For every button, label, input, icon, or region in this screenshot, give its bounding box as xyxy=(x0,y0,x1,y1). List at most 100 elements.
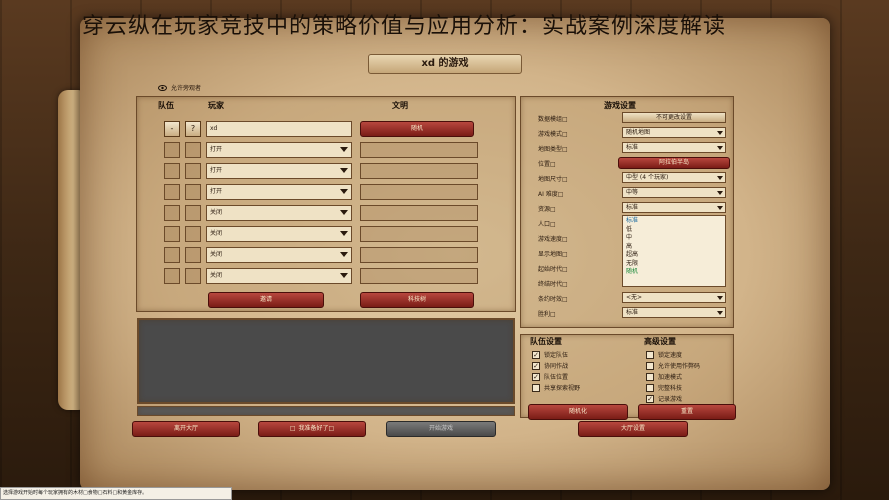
setting-label: 地图类型□ xyxy=(538,146,568,153)
option-item[interactable]: 随机 xyxy=(626,268,722,277)
lock-speed-checkbox[interactable]: 锁定速度 xyxy=(646,350,682,359)
setting-label: 人口□ xyxy=(538,221,556,228)
full-tech-checkbox[interactable]: 完整科技 xyxy=(646,383,682,392)
leave-lobby-button[interactable]: 离开大厅 xyxy=(132,421,240,437)
turbo-mode-checkbox[interactable]: 加速模式 xyxy=(646,372,682,381)
team-together-checkbox[interactable]: ✓ 协同作战 xyxy=(532,361,568,370)
team-positions-checkbox[interactable]: ✓ 队伍位置 xyxy=(532,372,568,381)
resources-dropdown[interactable]: 标准 xyxy=(622,202,726,213)
option-item[interactable]: 低 xyxy=(626,226,722,235)
civ-select-button[interactable]: 随机 xyxy=(360,121,474,137)
chevron-down-icon xyxy=(340,231,348,236)
slot-color-box xyxy=(164,226,180,242)
slot-color-box xyxy=(164,142,180,158)
chevron-down-icon xyxy=(340,273,348,278)
civ-column-header: 文明 xyxy=(392,101,408,110)
checkbox[interactable] xyxy=(646,361,654,370)
treaty-dropdown[interactable]: <无> xyxy=(622,292,726,303)
slot-color-button[interactable]: - xyxy=(164,121,180,137)
slot-team-button[interactable]: ? xyxy=(185,121,201,137)
player-slot-dropdown[interactable]: 打开 xyxy=(206,163,352,179)
slot-team-box xyxy=(185,247,201,263)
map-type-value: 标准 xyxy=(626,144,639,151)
slot-color-box xyxy=(164,247,180,263)
player-slot-value: 打开 xyxy=(210,167,223,174)
option-item[interactable]: 无限 xyxy=(626,260,722,269)
checkbox-label: 允许使用作弊码 xyxy=(658,363,701,370)
spectate-label: 允许旁观者 xyxy=(171,85,202,92)
player-slot-dropdown[interactable]: 打开 xyxy=(206,184,352,200)
checkbox-label: 记录游戏 xyxy=(658,396,683,403)
chevron-down-icon xyxy=(717,131,723,135)
randomize-button[interactable]: 随机化 xyxy=(528,404,628,420)
setting-label: 游戏速度□ xyxy=(538,236,568,243)
player-slot-dropdown[interactable]: 关闭 xyxy=(206,268,352,284)
slot-color-box xyxy=(164,205,180,221)
invite-button[interactable]: 邀请 xyxy=(208,292,324,308)
checkbox-label: 加速模式 xyxy=(658,374,683,381)
reset-button[interactable]: 重置 xyxy=(638,404,736,420)
checkbox[interactable] xyxy=(532,383,540,392)
victory-dropdown[interactable]: 标准 xyxy=(622,307,726,318)
player-slot-dropdown[interactable]: 关闭 xyxy=(206,226,352,242)
option-item[interactable]: 超高 xyxy=(626,251,722,260)
ready-button[interactable]: □ 我准备好了□ xyxy=(258,421,366,437)
player-slot-dropdown[interactable]: 打开 xyxy=(206,142,352,158)
map-size-value: 中型 (4 个玩家) xyxy=(626,174,669,181)
lobby-settings-button[interactable]: 大厅设置 xyxy=(578,421,688,437)
player-name-field[interactable]: xd xyxy=(206,121,352,137)
checkbox[interactable]: ✓ xyxy=(646,394,654,403)
checkbox[interactable]: ✓ xyxy=(532,361,540,370)
game-mode-dropdown[interactable]: 随机地图 xyxy=(622,127,726,138)
map-type-dropdown[interactable]: 标准 xyxy=(622,142,726,153)
setting-label: 数据模组□ xyxy=(538,116,568,123)
player-slot-value: 关闭 xyxy=(210,230,223,237)
eye-icon xyxy=(158,84,167,91)
team-column-header: 队伍 xyxy=(158,101,174,110)
civ-cell xyxy=(360,247,478,263)
setting-label: 胜利□ xyxy=(538,311,556,318)
allow-cheats-checkbox[interactable]: 允许使用作弊码 xyxy=(646,361,700,370)
game-title: xd 的游戏 xyxy=(368,54,522,74)
record-game-checkbox[interactable]: ✓ 记录游戏 xyxy=(646,394,682,403)
shared-exploration-checkbox[interactable]: 共享探索视野 xyxy=(532,383,580,392)
lock-teams-checkbox[interactable]: ✓ 锁定队伍 xyxy=(532,350,568,359)
ai-difficulty-dropdown[interactable]: 中等 xyxy=(622,187,726,198)
chevron-down-icon xyxy=(340,189,348,194)
civ-cell xyxy=(360,184,478,200)
chat-log xyxy=(137,318,515,404)
location-button[interactable]: 阿拉伯半岛 xyxy=(618,157,730,169)
civ-cell xyxy=(360,142,478,158)
option-item[interactable]: 高 xyxy=(626,243,722,252)
checkbox-label: 完整科技 xyxy=(658,385,683,392)
game-mode-value: 随机地图 xyxy=(626,129,651,136)
checkbox[interactable]: ✓ xyxy=(532,372,540,381)
player-slot-dropdown[interactable]: 关闭 xyxy=(206,247,352,263)
chevron-down-icon xyxy=(717,146,723,150)
civ-cell xyxy=(360,226,478,242)
option-item[interactable]: 中 xyxy=(626,234,722,243)
data-mod-button[interactable]: 不可更改设置 xyxy=(622,112,726,123)
resources-options-list[interactable]: 标准 低 中 高 超高 无限 随机 xyxy=(622,215,726,287)
checkbox[interactable] xyxy=(646,372,654,381)
spectate-toggle[interactable]: 允许旁观者 xyxy=(158,83,201,92)
status-bar: 选择游戏开始时每个玩家拥有的木材□食物□石料□和黄金库存。 xyxy=(0,487,232,500)
slot-color-box xyxy=(164,268,180,284)
checkbox-label: 协同作战 xyxy=(544,363,569,370)
setting-label: 地图尺寸□ xyxy=(538,176,568,183)
tech-tree-button[interactable]: 科技树 xyxy=(360,292,474,308)
checkbox[interactable] xyxy=(646,383,654,392)
checkbox-label: 共享探索视野 xyxy=(544,385,581,392)
chevron-down-icon xyxy=(340,210,348,215)
chat-input[interactable] xyxy=(137,406,515,416)
start-game-button[interactable]: 开始游戏 xyxy=(386,421,496,437)
chevron-down-icon xyxy=(717,311,723,315)
option-item[interactable]: 标准 xyxy=(626,217,722,226)
chevron-down-icon xyxy=(717,191,723,195)
checkbox[interactable]: ✓ xyxy=(532,350,540,359)
checkbox[interactable] xyxy=(646,350,654,359)
player-slot-dropdown[interactable]: 关闭 xyxy=(206,205,352,221)
map-size-dropdown[interactable]: 中型 (4 个玩家) xyxy=(622,172,726,183)
chevron-down-icon xyxy=(340,168,348,173)
slot-team-box xyxy=(185,205,201,221)
